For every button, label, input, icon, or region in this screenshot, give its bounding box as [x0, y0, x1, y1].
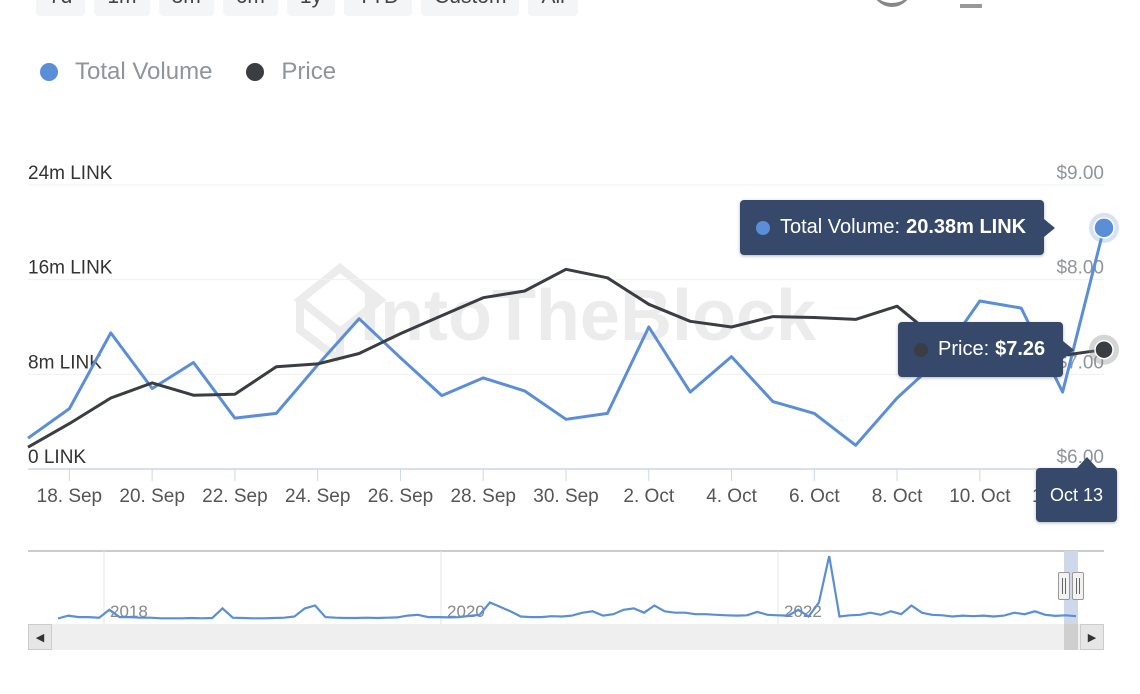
x-axis: 18. Sep 20. Sep 22. Sep 24. Sep 26. Sep 28. S…: [37, 469, 1094, 507]
tooltip-date-value: Oct 13: [1050, 484, 1104, 505]
volume-dot-icon: [756, 220, 770, 235]
watermark-text: IntoTheBlock: [360, 276, 817, 356]
y-left-tick-label: 24m LINK: [28, 163, 113, 184]
x-tick-label: 28. Sep: [450, 486, 516, 507]
hover-marker-volume: [1093, 217, 1115, 239]
y-right-tick-label: $9.00: [1056, 163, 1104, 184]
x-tick-label: 30. Sep: [533, 486, 599, 507]
x-tick-label: 18. Sep: [37, 486, 103, 507]
x-tick-label: 24. Sep: [285, 486, 351, 507]
scroll-right-button[interactable]: ▶: [1080, 624, 1104, 650]
x-tick-label: 20. Sep: [119, 486, 185, 507]
navigator-handle-left[interactable]: [1058, 572, 1070, 600]
x-tick-label: 10. Oct: [949, 486, 1011, 507]
navigator-series-line: [57, 555, 1077, 620]
x-tick-label: 2. Oct: [623, 486, 674, 507]
scroll-left-button[interactable]: ◀: [28, 624, 52, 650]
hover-marker-price: [1094, 339, 1114, 360]
tooltip-date: Oct 13: [1036, 457, 1118, 522]
tooltip-price-value: $7.26: [995, 338, 1046, 360]
tooltip-price-label: Price:: [938, 338, 990, 360]
arrow-left-icon: ◀: [35, 631, 45, 644]
price-dot-icon: [914, 342, 928, 357]
hover-markers: [1089, 212, 1119, 365]
tooltip-arrow: [1077, 457, 1098, 468]
x-tick-label: 8. Oct: [872, 486, 923, 507]
arrow-right-icon: ▶: [1087, 631, 1097, 644]
x-tick-label: 6. Oct: [789, 486, 840, 507]
tooltip-volume: Total Volume: 20.38m LINK: [740, 200, 1056, 255]
scrollbar-thumb[interactable]: [1064, 624, 1078, 650]
tooltip-arrow: [1063, 341, 1075, 359]
y-left-tick-label: 16m LINK: [28, 258, 113, 279]
x-tick-label: 26. Sep: [368, 486, 434, 507]
tooltip-volume-label: Total Volume:: [780, 216, 901, 238]
x-tick-label: 4. Oct: [706, 486, 757, 507]
tooltip-arrow: [1044, 219, 1056, 237]
navigator-handle-right[interactable]: [1072, 572, 1084, 600]
y-axis-right: $6.00$7.00$8.00$9.00: [1056, 163, 1104, 468]
navigator[interactable]: 2018 2020 2022: [28, 550, 1104, 624]
x-tick-label: 22. Sep: [202, 486, 268, 507]
tooltip-price: Price: $7.26: [898, 322, 1075, 377]
grip-icon: [1062, 578, 1066, 594]
navigator-scrollbar[interactable]: ◀ ▶: [28, 624, 1104, 650]
tooltip-volume-value: 20.38m LINK: [906, 216, 1027, 238]
y-left-tick-label: 0 LINK: [28, 447, 86, 468]
grip-icon: [1076, 578, 1080, 594]
